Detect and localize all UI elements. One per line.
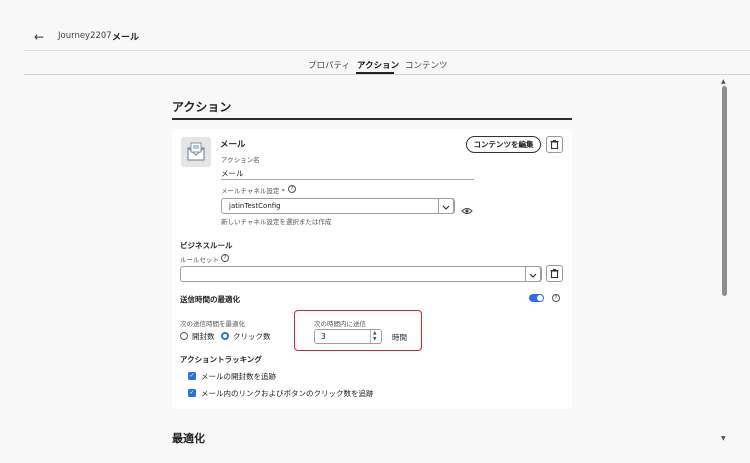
checkbox-track-opens[interactable]: ✓ <box>188 372 196 380</box>
radio-clicks-label: クリック数 <box>233 332 271 341</box>
checkbox-track-clicks[interactable]: ✓ <box>188 389 196 397</box>
help-icon[interactable]: ? <box>288 185 296 193</box>
channel-label: メールチャネル設定 * <box>221 187 285 195</box>
header-divider <box>24 50 750 51</box>
eye-icon[interactable] <box>461 201 473 214</box>
section-title: アクション <box>172 100 232 114</box>
optimize-label: 次の送信時間を最適化 <box>180 320 245 328</box>
help-icon[interactable]: ? <box>221 254 229 262</box>
ruleset-label: ルールセット <box>180 256 219 264</box>
tab-bar: プロパティ アクション コンテンツ <box>0 56 750 74</box>
breadcrumb-separator: › <box>103 30 107 40</box>
back-arrow-icon[interactable]: ← <box>34 30 44 44</box>
scrollbar-thumb[interactable] <box>722 86 727 296</box>
action-name-label: アクション名 <box>221 156 260 164</box>
channel-select[interactable]: jatinTestConfig <box>221 198 455 214</box>
business-rules-heading: ビジネスルール <box>180 241 233 250</box>
channel-select-value: jatinTestConfig <box>229 202 281 210</box>
tracking-heading: アクショントラッキング <box>180 355 262 364</box>
action-name-heading: メール <box>220 140 246 150</box>
radio-opens-label: 開封数 <box>192 332 215 341</box>
radio-clicks[interactable] <box>221 332 229 340</box>
send-within-input[interactable]: 3 ▲ ▼ <box>314 329 382 344</box>
trash-icon <box>550 269 559 279</box>
trash-icon <box>550 140 559 150</box>
breadcrumb-current: メール <box>112 33 140 43</box>
send-within-value: 3 <box>321 332 326 341</box>
section-rule <box>172 118 572 120</box>
quantity-stepper[interactable]: ▲ ▼ <box>370 330 381 343</box>
send-within-label: 次の時間内に送信 <box>314 320 366 328</box>
help-icon[interactable]: ? <box>552 294 560 302</box>
tab-action[interactable]: アクション <box>357 59 399 71</box>
track-opens-label: メールの開封数を追跡 <box>201 372 276 381</box>
header: ← Journey2207 › メール プロパティ アクション コンテンツ <box>0 0 750 75</box>
channel-hint: 新しいチャネル設定を選択または作成 <box>221 218 332 226</box>
email-envelope-icon <box>181 137 211 167</box>
send-within-unit: 時間 <box>392 333 407 342</box>
stepper-down-icon[interactable]: ▼ <box>373 337 376 342</box>
send-time-heading: 送信時間の最適化 <box>180 295 240 304</box>
edit-content-button[interactable]: コンテンツを編集 <box>466 136 541 153</box>
tab-content[interactable]: コンテンツ <box>405 59 448 71</box>
stepper-up-icon[interactable]: ▲ <box>373 331 376 336</box>
scroll-up-icon[interactable]: ▲ <box>721 78 726 85</box>
action-name-underline <box>221 179 474 180</box>
delete-action-button[interactable] <box>546 136 563 153</box>
radio-opens[interactable] <box>180 332 188 340</box>
action-name-input[interactable]: メール <box>221 168 244 179</box>
tab-properties[interactable]: プロパティ <box>308 59 350 71</box>
optimization-section-title: 最適化 <box>172 432 205 445</box>
header-bottom-border <box>24 74 750 75</box>
scroll-down-icon[interactable]: ▼ <box>721 435 726 442</box>
ruleset-select[interactable] <box>180 266 542 282</box>
track-clicks-label: メール内のリンクおよびボタンのクリック数を追跡 <box>201 389 374 398</box>
send-time-toggle[interactable] <box>529 294 544 302</box>
chevron-down-icon[interactable] <box>438 198 454 214</box>
delete-ruleset-button[interactable] <box>546 265 563 282</box>
chevron-down-icon[interactable] <box>525 266 541 282</box>
